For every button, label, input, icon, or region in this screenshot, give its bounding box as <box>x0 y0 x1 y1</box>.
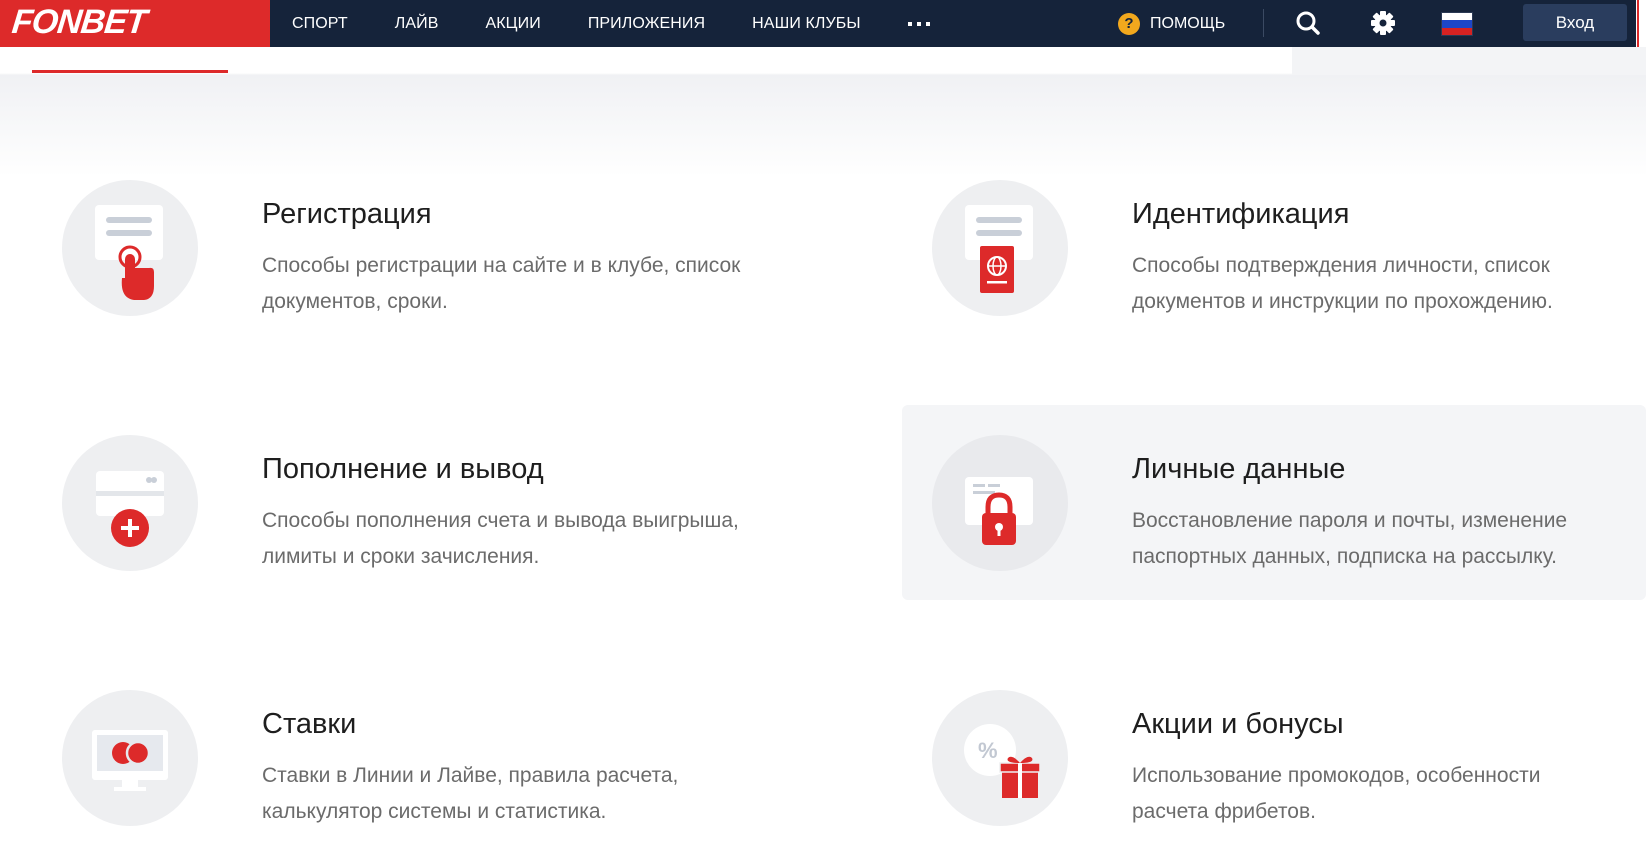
card-description: Способы пополнения счета и вывода выигры… <box>262 509 739 568</box>
nav-item-live[interactable]: ЛАЙВ <box>395 15 439 33</box>
nav-item-promos[interactable]: АКЦИИ <box>485 15 540 33</box>
help-link[interactable]: ? ПОМОЩЬ <box>1118 0 1225 47</box>
main-nav: СПОРТ ЛАЙВ АКЦИИ ПРИЛОЖЕНИЯ НАШИ КЛУБЫ <box>270 0 930 47</box>
help-label: ПОМОЩЬ <box>1150 14 1226 32</box>
card-title: Пополнение и вывод <box>262 453 544 485</box>
registration-hand-icon <box>62 180 198 316</box>
nav-item-apps[interactable]: ПРИЛОЖЕНИЯ <box>588 15 705 33</box>
card-promotions[interactable]: % Акции и бонусы Использование промокодо… <box>902 690 1646 850</box>
top-navigation-bar: FONBET СПОРТ ЛАЙВ АКЦИИ ПРИЛОЖЕНИЯ НАШИ … <box>0 0 1646 47</box>
sub-header-right <box>1292 47 1646 75</box>
header-divider <box>1263 9 1264 37</box>
help-icon: ? <box>1118 12 1140 35</box>
card-title: Ставки <box>262 708 357 740</box>
card-description: Способы регистрации на сайте и в клубе, … <box>262 254 741 313</box>
logo-link[interactable]: FONBET <box>0 0 270 47</box>
russia-flag-icon[interactable] <box>1441 12 1473 36</box>
card-registration[interactable]: Регистрация Способы регистрации на сайте… <box>32 180 862 340</box>
percent-sign: % <box>978 738 998 763</box>
right-edge <box>1636 0 1646 47</box>
passport-icon <box>932 180 1068 316</box>
card-title: Личные данные <box>1132 453 1346 485</box>
card-title: Акции и бонусы <box>1132 708 1344 740</box>
search-icon[interactable] <box>1291 6 1325 40</box>
gift-percent-icon: % <box>932 690 1068 826</box>
card-title: Идентификация <box>1132 198 1350 230</box>
card-identification[interactable]: Идентификация Способы подтверждения личн… <box>902 180 1646 340</box>
nav-item-sport[interactable]: СПОРТ <box>292 15 348 33</box>
nav-item-clubs[interactable]: НАШИ КЛУБЫ <box>752 15 860 33</box>
card-bets[interactable]: Ставки Ставки в Линии и Лайве, правила р… <box>32 690 862 850</box>
card-payments[interactable]: Пополнение и вывод Способы пополнения сч… <box>32 435 862 595</box>
card-description: Способы подтверждения личности, список д… <box>1132 254 1553 313</box>
gear-icon[interactable] <box>1366 6 1400 40</box>
card-description: Ставки в Линии и Лайве, правила расчета,… <box>262 764 679 823</box>
card-description: Восстановление пароля и почты, изменение… <box>1132 509 1568 568</box>
card-title: Регистрация <box>262 198 432 230</box>
lock-icon <box>932 435 1068 571</box>
card-description: Использование промокодов, особенности ра… <box>1132 764 1541 823</box>
card-plus-icon <box>62 435 198 571</box>
active-tab-indicator <box>32 70 228 73</box>
more-icon[interactable] <box>907 16 930 32</box>
monitor-icon <box>62 690 198 826</box>
card-personal-data[interactable]: Личные данные Восстановление пароля и по… <box>902 405 1646 600</box>
login-button[interactable]: Вход <box>1523 4 1627 41</box>
logo: FONBET <box>10 3 148 41</box>
